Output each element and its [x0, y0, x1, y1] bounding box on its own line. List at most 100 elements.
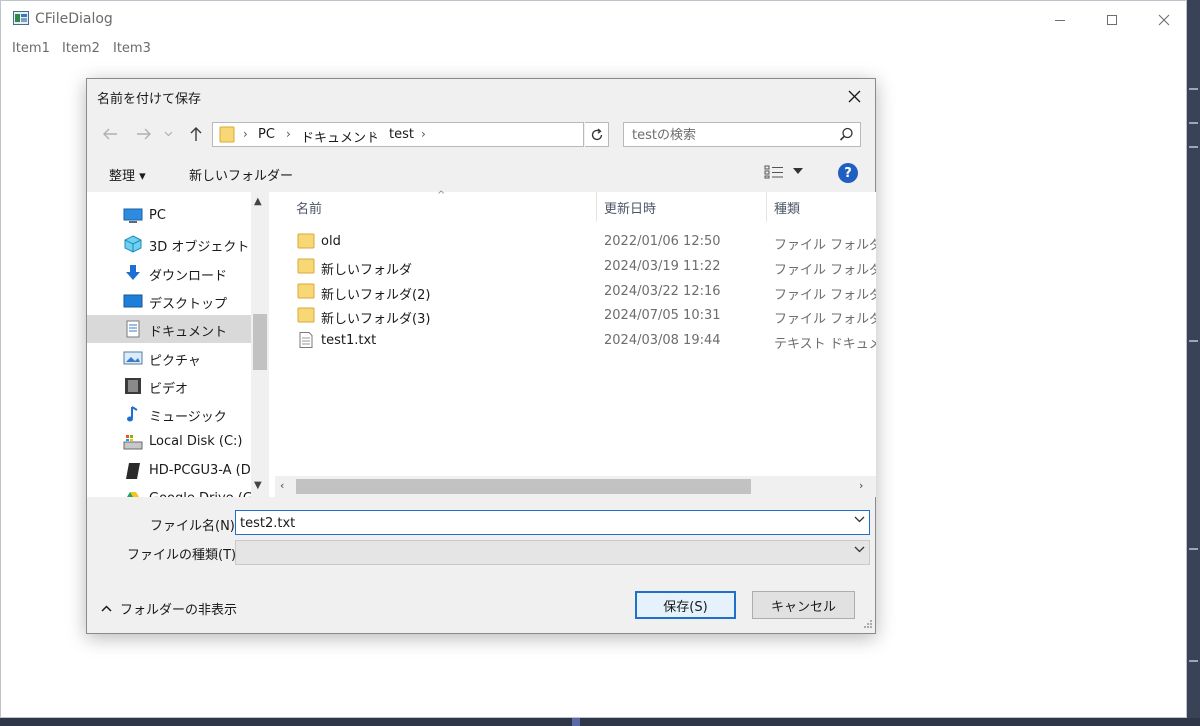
- file-row[interactable]: 新しいフォルダ(2) 2024/03/22 12:16 ファイル フォルダー: [275, 279, 876, 304]
- file-type: ファイル フォルダー: [774, 312, 876, 328]
- new-folder-button[interactable]: 新しいフォルダー: [189, 165, 293, 184]
- file-list: ^ 名前 更新日時 種類 old 2022/01/06 12:50 ファイル フォル…: [275, 190, 876, 497]
- address-bar[interactable]: › PC › ドキュメント › test ›: [212, 122, 703, 147]
- file-name: test1.txt: [321, 333, 377, 349]
- nav-item[interactable]: Google Drive (G: [87, 485, 253, 497]
- filename-combobox[interactable]: [235, 510, 870, 535]
- nav-item-label: Local Disk (C:): [149, 434, 243, 450]
- recent-locations-button[interactable]: [161, 123, 175, 145]
- sort-ascending-icon: ^: [437, 190, 446, 201]
- external-disk-icon: [123, 462, 143, 480]
- file-date: 2024/03/22 12:16: [604, 283, 721, 299]
- nav-item[interactable]: ドキュメント: [87, 315, 251, 344]
- nav-item[interactable]: HD-PCGU3-A (D: [87, 457, 251, 485]
- nav-item[interactable]: 3D オブジェクト: [87, 230, 251, 258]
- cube-icon: [123, 235, 143, 253]
- view-options-icon[interactable]: [764, 165, 784, 179]
- menu-bar: Item1 Item2 Item3: [1, 39, 1186, 61]
- file-row[interactable]: 新しいフォルダ 2024/03/19 11:22 ファイル フォルダー: [275, 254, 876, 279]
- menu-item-1[interactable]: Item1: [12, 41, 50, 56]
- background-mark: [1189, 146, 1198, 148]
- scroll-right-icon[interactable]: ›: [859, 479, 863, 492]
- scrollbar-thumb[interactable]: [296, 479, 751, 494]
- file-list-scrollbar[interactable]: ‹ ›: [275, 476, 876, 497]
- scroll-up-icon[interactable]: ▲: [254, 196, 262, 207]
- background-mark: [1189, 88, 1198, 90]
- folder-icon: [297, 233, 315, 249]
- nav-item[interactable]: ミュージック: [87, 400, 251, 428]
- back-button[interactable]: [99, 123, 121, 145]
- navigation-scrollbar[interactable]: ▲ ▼: [251, 192, 269, 497]
- dialog-close-button[interactable]: [839, 83, 869, 109]
- disk-icon: [123, 433, 143, 451]
- nav-item-label: ミュージック: [149, 410, 227, 426]
- background-mark: [572, 718, 580, 726]
- close-button[interactable]: [1141, 7, 1187, 33]
- desktop-icon: [123, 292, 143, 310]
- nav-item-label: ビデオ: [149, 381, 189, 397]
- breadcrumb-test[interactable]: test: [389, 127, 414, 142]
- save-button[interactable]: 保存(S): [635, 591, 736, 619]
- refresh-icon: [591, 128, 602, 140]
- hide-folders-toggle[interactable]: フォルダーの非表示: [101, 599, 237, 618]
- dialog-toolbar: 整理 ▾ 新しいフォルダー: [87, 157, 875, 191]
- scroll-left-icon[interactable]: ‹: [280, 479, 284, 492]
- menu-item-3[interactable]: Item3: [113, 41, 151, 56]
- nav-item[interactable]: Local Disk (C:): [87, 428, 251, 456]
- nav-item[interactable]: PC: [87, 202, 251, 230]
- breadcrumb-pc[interactable]: PC: [258, 127, 275, 142]
- file-name: 新しいフォルダ(3): [321, 312, 431, 328]
- breadcrumb-documents[interactable]: ドキュメント: [301, 127, 379, 146]
- file-row[interactable]: old 2022/01/06 12:50 ファイル フォルダー: [275, 229, 876, 254]
- file-row[interactable]: 新しいフォルダ(3) 2024/07/05 10:31 ファイル フォルダー: [275, 303, 876, 328]
- pc-icon: [123, 207, 143, 225]
- filetype-label: ファイルの種類(T):: [127, 548, 241, 563]
- background-mark: [1189, 660, 1198, 662]
- nav-item[interactable]: ビデオ: [87, 372, 251, 400]
- nav-item[interactable]: ピクチャ: [87, 344, 251, 372]
- breadcrumb-separator-icon: ›: [421, 127, 426, 141]
- filetype-select[interactable]: [235, 540, 870, 565]
- organize-button[interactable]: 整理 ▾: [109, 165, 146, 184]
- dialog-title: 名前を付けて保存: [97, 92, 202, 107]
- column-header-type[interactable]: 種類: [774, 198, 800, 217]
- picture-icon: [123, 349, 143, 367]
- scroll-down-icon[interactable]: ▼: [254, 480, 262, 491]
- search-box[interactable]: [623, 122, 861, 147]
- app-icon: [13, 11, 29, 25]
- nav-item-label: PC: [149, 208, 166, 223]
- menu-item-2[interactable]: Item2: [62, 41, 100, 56]
- maximize-button[interactable]: [1089, 7, 1135, 33]
- chevron-down-icon[interactable]: [854, 546, 865, 553]
- file-type: ファイル フォルダー: [774, 262, 876, 278]
- file-type: ファイル フォルダー: [774, 287, 876, 303]
- file-row[interactable]: test1.txt 2024/03/08 19:44 テキスト ドキュメント: [275, 328, 876, 353]
- filename-input[interactable]: [240, 514, 830, 532]
- file-type: テキスト ドキュメント: [774, 337, 876, 353]
- column-header-name[interactable]: 名前: [296, 198, 322, 217]
- chevron-down-icon[interactable]: [854, 516, 865, 523]
- view-dropdown-icon[interactable]: [793, 168, 803, 174]
- scrollbar-thumb[interactable]: [253, 314, 267, 370]
- nav-item[interactable]: デスクトップ: [87, 287, 251, 315]
- up-button[interactable]: [185, 123, 207, 145]
- minimize-icon: [1055, 20, 1065, 21]
- close-icon: [848, 90, 860, 102]
- folder-icon: [297, 258, 315, 274]
- column-divider[interactable]: [596, 192, 597, 222]
- cancel-button[interactable]: キャンセル: [752, 591, 855, 619]
- column-divider[interactable]: [766, 192, 767, 222]
- app-title: CFileDialog: [35, 11, 113, 27]
- nav-item[interactable]: ダウンロード: [87, 259, 251, 287]
- refresh-button[interactable]: [585, 122, 609, 147]
- search-input[interactable]: [632, 126, 832, 144]
- forward-button[interactable]: [133, 123, 155, 145]
- help-icon[interactable]: ?: [838, 163, 858, 183]
- close-icon: [1158, 14, 1170, 26]
- nav-item-label: 3D オブジェクト: [149, 240, 250, 256]
- column-header-date[interactable]: 更新日時: [604, 198, 656, 217]
- resize-grip-icon[interactable]: [861, 619, 873, 631]
- minimize-button[interactable]: [1037, 7, 1083, 33]
- arrow-left-icon: [103, 128, 117, 140]
- file-type: ファイル フォルダー: [774, 238, 876, 253]
